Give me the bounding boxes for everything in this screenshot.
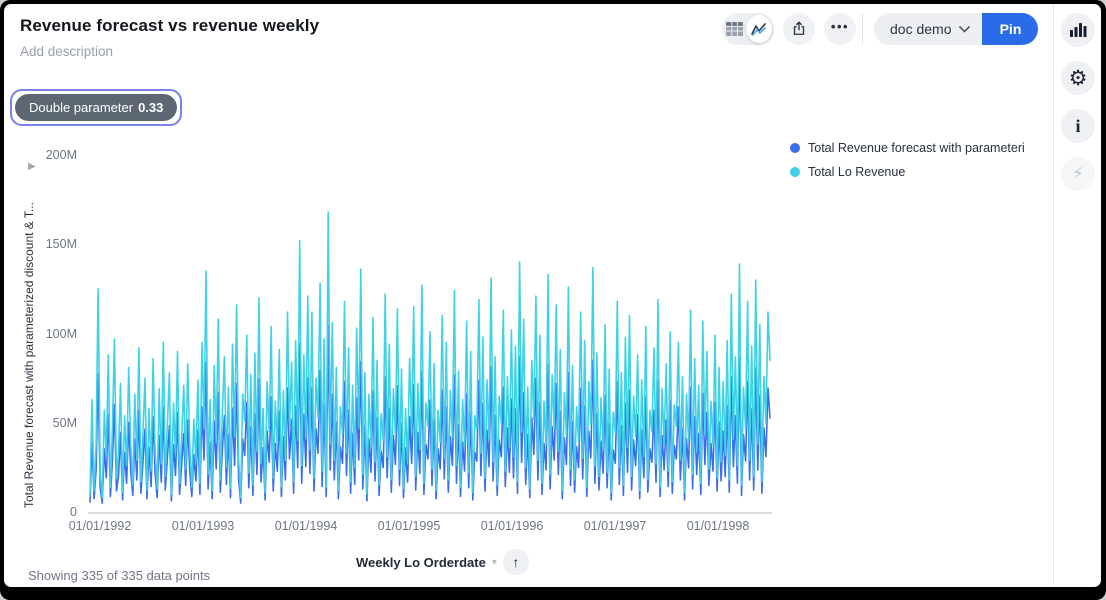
x-tick: 01/01/1997 <box>572 519 658 533</box>
app-window: Revenue forecast vs revenue weekly Add d… <box>4 4 1101 587</box>
x-tick: 01/01/1998 <box>675 519 761 533</box>
data-points-status: Showing 335 of 335 data points <box>28 568 210 583</box>
x-tick: 01/01/1996 <box>469 519 555 533</box>
up-arrow-icon: ↑ <box>512 554 519 570</box>
line-chart[interactable] <box>4 4 1101 587</box>
field-chevron-icon[interactable]: ▾ <box>492 557 497 568</box>
series-lo-revenue-line <box>90 212 770 498</box>
legend-label: Total Revenue forecast with parameteri <box>808 141 1025 155</box>
x-tick: 01/01/1994 <box>263 519 349 533</box>
legend-dot-cyan <box>790 167 800 177</box>
sort-ascending-button[interactable]: ↑ <box>503 549 529 575</box>
legend-label: Total Lo Revenue <box>808 165 905 179</box>
x-tick: 01/01/1993 <box>160 519 246 533</box>
x-axis-field-control: Weekly Lo Orderdate ▾ ↑ <box>356 549 529 575</box>
legend-item-lo-revenue[interactable]: Total Lo Revenue <box>790 163 1025 180</box>
legend-item-forecast[interactable]: Total Revenue forecast with parameteri <box>790 139 1025 156</box>
window-frame: Revenue forecast vs revenue weekly Add d… <box>0 0 1106 600</box>
legend-dot-blue <box>790 143 800 153</box>
x-tick: 01/01/1992 <box>57 519 143 533</box>
x-axis-field-label[interactable]: Weekly Lo Orderdate <box>356 555 486 570</box>
legend: Total Revenue forecast with parameteri T… <box>790 139 1025 180</box>
x-tick: 01/01/1995 <box>366 519 452 533</box>
